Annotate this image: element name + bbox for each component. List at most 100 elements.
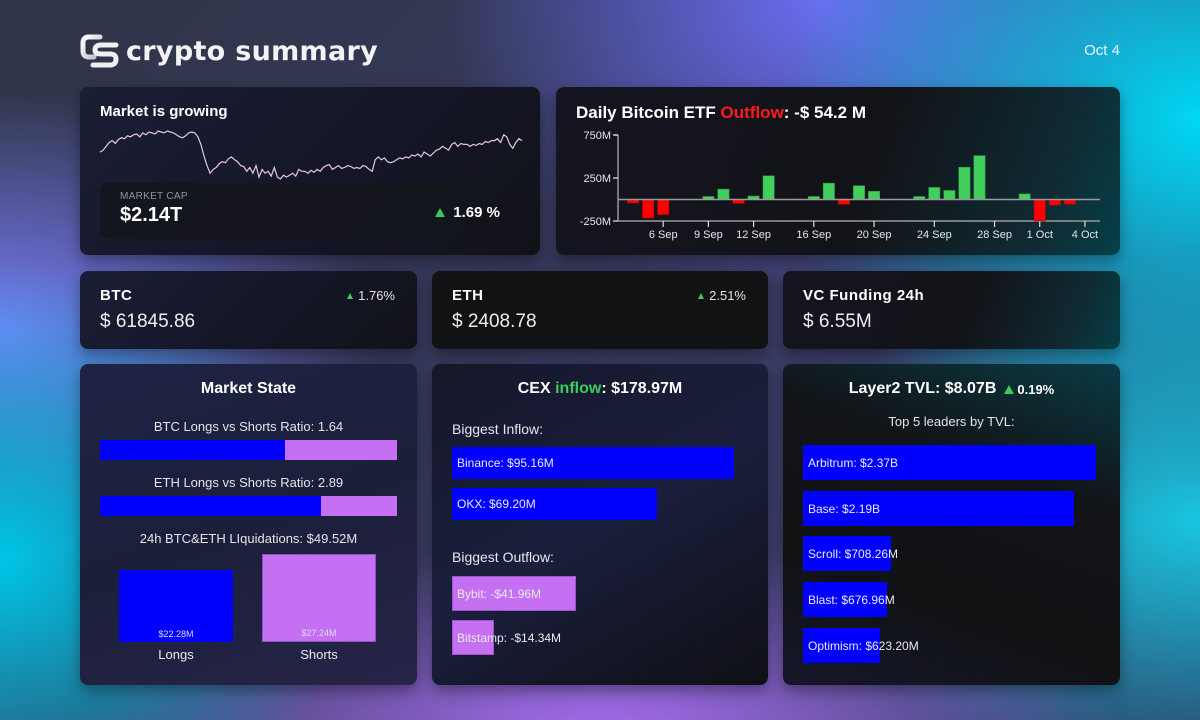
outflow-bar-label: Bitstamp: -$14.34M: [457, 630, 562, 645]
layer2-change-value: 0.19%: [1017, 381, 1055, 397]
ticker-change-value: 2.51%: [709, 288, 746, 303]
ticker-card-btc: BTC $ 61845.86 1.76%: [80, 271, 417, 349]
outflow-bar: Bitstamp: -$14.34M: [452, 620, 561, 655]
tvl-bar: Scroll: $708.26M: [803, 536, 898, 571]
tvl-bar-label: Arbitrum: $2.37B: [808, 455, 899, 470]
tvl-bar: Blast: $676.96M: [803, 582, 895, 617]
etf-bar: [958, 166, 971, 200]
inflow-bar-label: OKX: $69.20M: [457, 497, 536, 511]
liquidation-bar-longs: $22.28M: [119, 570, 233, 642]
etf-bar: [822, 182, 835, 200]
inflow-bar: OKX: $69.20M: [452, 488, 658, 520]
layer2-title: Layer2 TVL: $8.07B 0.19%: [783, 380, 1120, 398]
cex-title-prefix: CEX: [517, 380, 556, 397]
app-title: crypto summary: [126, 35, 378, 67]
ticker-price: $ 6.55M: [803, 311, 872, 332]
layer2-title-text: Layer2 TVL: $8.07B: [848, 380, 997, 397]
tvl-bar-label: Blast: $676.96M: [808, 592, 895, 607]
app-logo: crypto summary: [80, 34, 378, 68]
x-tick-label: 20 Sep: [857, 229, 892, 241]
liquidation-bar-shorts: $27.24M: [262, 554, 376, 642]
cex-title: CEX inflow: $178.97M: [432, 380, 768, 398]
x-tick-label: 9 Sep: [694, 229, 723, 241]
tvl-bar-label: Optimism: $623.20M: [808, 638, 919, 653]
ticker-price: $ 61845.86: [100, 311, 196, 332]
ticker-change: 2.51%: [698, 288, 746, 303]
market-cap-box: MARKET CAP $2.14T 1.69 %: [100, 183, 520, 239]
y-tick-label: 250M: [583, 173, 611, 185]
outflow-bar: Bybit: -$41.96M: [452, 576, 577, 611]
report-date: Oct 4: [1084, 42, 1120, 59]
inflow-bar-label: Binance: $95.16M: [457, 456, 554, 470]
etf-bar: [657, 199, 670, 215]
y-tick-label: 750M: [583, 130, 611, 142]
inflow-bar: Binance: $95.16M: [452, 447, 734, 479]
liquidation-label-shorts: Shorts: [300, 647, 338, 662]
arrow-up-icon: [1004, 384, 1015, 394]
etf-bar: [928, 187, 941, 200]
etf-bar: [943, 190, 956, 200]
market-cap-label: MARKET CAP: [120, 191, 188, 202]
biggest-outflow-label: Biggest Outflow:: [452, 549, 554, 565]
ticker-card-vc-funding: VC Funding 24h $ 6.55M: [783, 271, 1120, 349]
market-card: Market is growing MARKET CAP $2.14T 1.69…: [80, 87, 540, 255]
layer2-change: 0.19%: [1004, 382, 1054, 397]
sparkline-path: [99, 130, 523, 180]
x-tick-label: 4 Oct: [1072, 229, 1098, 241]
etf-bar: [717, 188, 730, 200]
cex-title-highlight: inflow: [555, 380, 602, 397]
eth-longs-fill: [100, 496, 321, 516]
liquidation-value: $22.28M: [158, 629, 194, 639]
ticker-name: VC Funding 24h: [803, 287, 925, 304]
btc-ratio-label: BTC Longs vs Shorts Ratio: 1.64: [153, 419, 344, 434]
liquidations-chart: $22.28M $27.24M: [119, 554, 379, 642]
tvl-bar: Optimism: $623.20M: [803, 628, 919, 663]
ticker-change-value: 1.76%: [358, 288, 395, 303]
y-tick-label: -250M: [580, 216, 611, 228]
btc-longs-fill: [100, 440, 285, 460]
eth-ratio-bar: [100, 496, 397, 516]
x-tick-label: 1 Oct: [1027, 229, 1053, 241]
outflow-bar-label: Bybit: -$41.96M: [457, 586, 542, 601]
market-state-card: Market State BTC Longs vs Shorts Ratio: …: [80, 364, 417, 685]
x-tick-label: 24 Sep: [917, 229, 952, 241]
tvl-bar: Arbitrum: $2.37B: [803, 445, 1096, 480]
x-tick-label: 12 Sep: [736, 229, 771, 241]
etf-bar: [973, 155, 986, 200]
etf-bar-chart: 750M 250M -250M 6 Sep 9 Sep 12 Sep 16 Sep 20 Se…: [580, 130, 1100, 241]
etf-bar: [642, 199, 655, 219]
liquidation-value: $27.24M: [301, 628, 337, 638]
market-state-title: Market State: [200, 380, 297, 397]
tvl-bar-label: Base: $2.19B: [808, 501, 881, 516]
etf-bar: [1018, 193, 1031, 200]
x-tick-label: 6 Sep: [649, 229, 678, 241]
liquidation-label-longs: Longs: [158, 647, 194, 662]
tvl-bar-label: Scroll: $708.26M: [808, 546, 899, 561]
tvl-bar: Base: $2.19B: [803, 491, 1074, 526]
etf-bar: [853, 185, 865, 200]
market-title: Market is growing: [100, 103, 228, 120]
market-sparkline: [99, 130, 523, 180]
cex-flow-card: CEX inflow: $178.97M Biggest Inflow: Bin…: [432, 364, 768, 685]
etf-bar: [868, 191, 881, 200]
market-cap-change-value: 1.69 %: [453, 204, 500, 221]
ticker-price: $ 2408.78: [452, 311, 537, 332]
eth-ratio-label: ETH Longs vs Shorts Ratio: 2.89: [153, 475, 344, 490]
ticker-card-eth: ETH $ 2408.78 2.51%: [432, 271, 768, 349]
ticker-name: ETH: [452, 287, 484, 304]
arrow-up-icon: [698, 292, 705, 299]
biggest-inflow-label: Biggest Inflow:: [452, 421, 544, 437]
liquidations-label: 24h BTC&ETH LIquidations: $49.52M: [139, 531, 358, 546]
btc-ratio-bar: [100, 440, 397, 460]
ticker-name: BTC: [100, 287, 133, 304]
cex-title-value: : $178.97M: [601, 380, 683, 397]
arrow-up-icon: [347, 292, 354, 299]
ticker-change: 1.76%: [347, 288, 395, 303]
etf-bar: [1033, 199, 1046, 222]
layer2-tvl-card: Layer2 TVL: $8.07B 0.19% Top 5 leaders b…: [783, 364, 1120, 685]
x-tick-label: 28 Sep: [977, 229, 1012, 241]
arrow-up-icon: [435, 208, 446, 217]
etf-flow-card: Daily Bitcoin ETF Outflow: -$ 54.2 M 750…: [556, 87, 1120, 255]
cs-logo-icon: [80, 34, 119, 68]
etf-bar: [762, 175, 775, 200]
